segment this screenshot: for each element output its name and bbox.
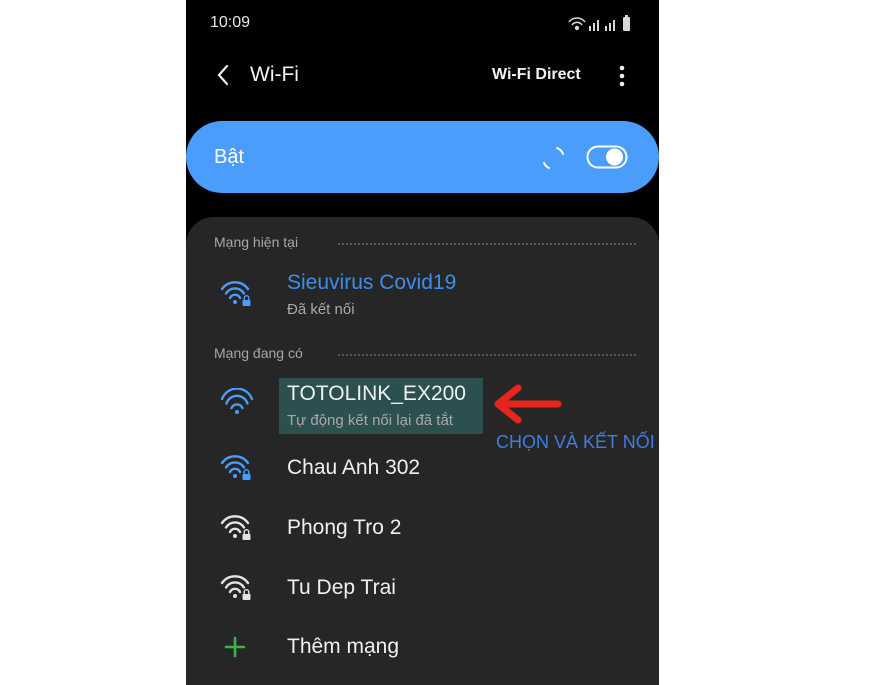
annotation-label: CHỌN VÀ KẾT NỐI [496,432,655,452]
add-network-label: Thêm mạng [287,635,400,658]
section-divider [338,243,636,245]
back-icon[interactable] [210,60,240,90]
section-current-network: Mạng hiện tại [214,234,299,250]
plus-icon [224,636,246,658]
current-network-name: Sieuvirus Covid19 [287,271,457,294]
network-name: Phong Tro 2 [287,516,402,539]
app-bar: Wi-Fi Wi-Fi Direct [186,50,659,100]
page-title: Wi-Fi [250,63,299,86]
wifi-icon [220,388,254,414]
wifi-lock-icon [220,515,251,540]
section-divider [338,354,636,356]
network-status: Tự động kết nối lại đã tắt [287,412,453,429]
status-time: 10:09 [210,14,251,31]
more-options-icon[interactable] [612,62,632,90]
wifi-toggle-card[interactable]: Bật [186,121,659,193]
wifi-lock-icon [220,455,251,480]
network-name: Tu Dep Trai [287,576,396,599]
wifi-status-icon [568,17,586,31]
loading-spinner-icon [543,147,564,169]
phone-screen: 10:09 Wi-Fi Wi-Fi Direct Bật Mạng hiện t… [186,0,659,685]
status-bar: 10:09 [186,0,659,48]
wifi-lock-icon [220,575,251,600]
status-icons [568,15,630,31]
signal-icon [589,20,615,31]
section-available-networks: Mạng đang có [214,345,303,361]
wifi-lock-icon [220,281,251,306]
current-network-status: Đã kết nối [287,301,355,318]
wifi-toggle-switch[interactable] [586,143,628,171]
network-name: TOTOLINK_EX200 [287,382,466,405]
wifi-direct-button[interactable]: Wi-Fi Direct [492,66,581,84]
wifi-toggle-label: Bật [214,146,245,168]
red-arrow-icon [494,384,562,424]
battery-icon [623,15,630,31]
network-name: Chau Anh 302 [287,456,421,479]
